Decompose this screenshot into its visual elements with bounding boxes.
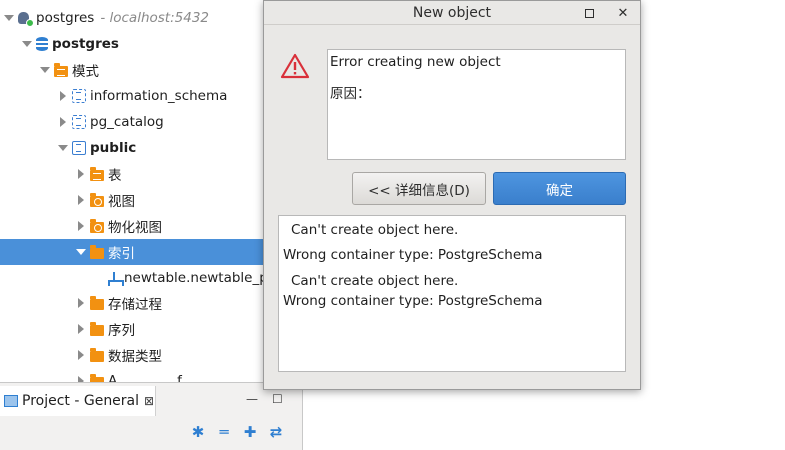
table-folder-icon <box>90 166 104 181</box>
folder-icon <box>54 62 68 77</box>
folder-label: 存储过程 <box>108 297 162 313</box>
tree-node-public[interactable]: public <box>0 135 302 161</box>
expand-arrow-icon[interactable] <box>40 65 50 75</box>
close-icon[interactable]: ✕ <box>614 4 632 22</box>
details-line: Wrong container type: PostgreSchema <box>283 293 543 309</box>
expand-arrow-icon[interactable] <box>76 221 86 231</box>
expand-arrow-icon[interactable] <box>58 117 68 127</box>
dialog-titlebar[interactable]: New object ✕ <box>264 1 640 25</box>
tree-node-tables[interactable]: 表 <box>0 161 302 187</box>
connection-name: postgres <box>36 10 95 26</box>
schema-icon <box>72 115 86 129</box>
settings-icon[interactable]: ✱ <box>190 423 206 441</box>
new-object-dialog: New object ✕ Error creating new object 原… <box>263 0 641 390</box>
folder-icon <box>90 295 104 310</box>
project-tab[interactable]: Project - General ⊠ <box>0 386 156 416</box>
expand-arrow-icon[interactable] <box>58 143 68 153</box>
tree-node-views[interactable]: 视图 <box>0 187 302 213</box>
ok-button[interactable]: 确定 <box>493 172 626 205</box>
schema-icon <box>72 141 86 155</box>
editor-area <box>641 0 785 450</box>
close-tab-icon[interactable]: ⊠ <box>144 394 154 408</box>
postgres-connection-icon <box>18 11 34 27</box>
index-icon <box>108 271 124 286</box>
vertical-divider <box>302 382 303 450</box>
schemas-folder-label: 模式 <box>72 64 99 80</box>
expand-arrow-icon[interactable] <box>4 13 14 23</box>
tree-node-connection[interactable]: postgres - localhost:5432 <box>0 5 302 31</box>
maximize-icon[interactable]: ☐ <box>272 392 283 406</box>
expand-arrow-icon[interactable] <box>58 91 68 101</box>
expand-arrow-icon[interactable] <box>76 169 86 179</box>
folder-label: 表 <box>108 168 122 184</box>
database-icon <box>36 37 48 51</box>
expand-arrow-icon[interactable] <box>22 39 32 49</box>
database-navigator-tree: postgres - localhost:5432 postgres 模式 in… <box>0 0 302 382</box>
dialog-title: New object <box>412 4 492 21</box>
project-tab-label: Project - General <box>22 393 140 409</box>
project-toolbar: ✱ ═ ✚ ⇄ <box>190 423 284 441</box>
folder-label: 序列 <box>108 323 135 339</box>
tree-node-database[interactable]: postgres <box>0 31 302 57</box>
details-button[interactable]: << 详细信息(D) <box>352 172 486 205</box>
details-line: Can't create object here. <box>291 222 459 238</box>
error-message: Error creating new object <box>330 54 501 70</box>
project-icon <box>4 395 18 407</box>
folder-icon <box>90 244 104 259</box>
folder-label: 物化视图 <box>108 220 162 236</box>
project-panel: Project - General ⊠ — ☐ ✱ ═ ✚ ⇄ <box>0 382 302 450</box>
tree-node-indexes[interactable]: 索引 <box>0 239 302 265</box>
folder-label: 视图 <box>108 194 135 210</box>
expand-arrow-icon[interactable] <box>76 324 86 334</box>
tree-node-procedures[interactable]: 存储过程 <box>0 290 302 316</box>
folder-label: 数据类型 <box>108 349 162 365</box>
schema-label: information_schema <box>90 88 228 104</box>
connection-host: - localhost:5432 <box>100 10 210 26</box>
connection-host-value: localhost:5432 <box>109 10 210 26</box>
tree-node-partial[interactable]: A........... ..f....... ... <box>0 368 302 382</box>
schema-icon <box>72 89 86 103</box>
folder-label: 索引 <box>108 246 135 262</box>
folder-icon <box>90 321 104 336</box>
tree-node-index-item[interactable]: newtable.newtable_p <box>0 265 302 291</box>
schema-label: pg_catalog <box>90 114 164 130</box>
expand-arrow-icon[interactable] <box>76 350 86 360</box>
folder-label: A........... ..f....... ... <box>108 373 229 382</box>
tree-node-schemas[interactable]: 模式 <box>0 57 302 83</box>
tree-node-sequences[interactable]: 序列 <box>0 316 302 342</box>
expand-arrow-icon[interactable] <box>76 195 86 205</box>
tree-node-datatypes[interactable]: 数据类型 <box>0 342 302 368</box>
error-details-box[interactable]: Can't create object here. Wrong containe… <box>278 215 626 372</box>
tree-node-pg-catalog[interactable]: pg_catalog <box>0 109 302 135</box>
warning-triangle-icon <box>280 53 310 79</box>
tree-node-information-schema[interactable]: information_schema <box>0 83 302 109</box>
link-editor-icon[interactable]: ⇄ <box>268 423 284 441</box>
database-name: postgres <box>52 36 119 52</box>
view-folder-icon <box>90 192 104 207</box>
error-reason: 原因： <box>330 86 371 102</box>
error-message-box: Error creating new object 原因： <box>327 49 626 160</box>
expand-icon[interactable]: ✚ <box>242 423 258 441</box>
collapse-all-icon[interactable]: ═ <box>216 423 232 441</box>
expand-arrow-icon[interactable] <box>76 298 86 308</box>
expand-arrow-icon[interactable] <box>76 247 86 257</box>
maximize-icon[interactable] <box>580 4 598 22</box>
schema-label: public <box>90 140 137 156</box>
details-line: Wrong container type: PostgreSchema <box>283 247 543 263</box>
minimize-icon[interactable]: — <box>246 392 258 406</box>
folder-icon <box>90 347 104 362</box>
details-line: Can't create object here. <box>291 273 459 289</box>
tree-node-materialized-views[interactable]: 物化视图 <box>0 213 302 239</box>
index-label: newtable.newtable_p <box>124 270 268 286</box>
view-folder-icon <box>90 218 104 233</box>
